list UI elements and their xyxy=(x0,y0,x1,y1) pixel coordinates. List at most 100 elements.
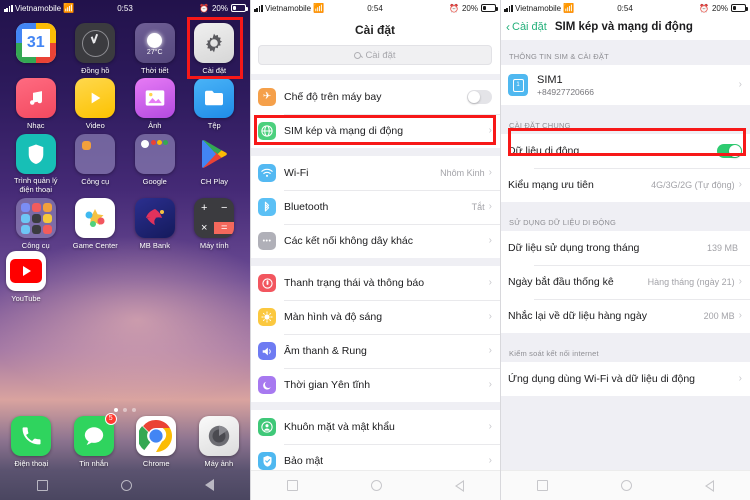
settings-gear-icon xyxy=(194,23,235,63)
app-game-center[interactable]: Game Center xyxy=(66,195,126,250)
preferred-network-type-row[interactable]: Kiểu mạng ưu tiên 4G/3G/2G (Tự động) › xyxy=(500,168,750,202)
app-label: CH Play xyxy=(200,176,228,186)
chevron-right-icon: › xyxy=(488,125,492,136)
settings-row-quiet-time[interactable]: Thời gian Yên tĩnh › xyxy=(250,368,500,402)
chevron-right-icon: › xyxy=(738,276,742,287)
status-bar-icon xyxy=(258,274,276,292)
sim-card-row[interactable]: 1 SIM1 +84927720666 › xyxy=(500,65,750,105)
sim-page-header: ‹ Cài đặt SIM kép và mạng di động xyxy=(500,16,750,40)
app-video[interactable]: Video xyxy=(66,75,126,130)
home-app-grid-row-1: 31 Đồng hồ 27°C Thời tiết Cài đặt xyxy=(6,20,244,75)
sim-name-label: SIM1 xyxy=(537,73,563,86)
app-files[interactable]: Tệp xyxy=(185,75,245,130)
battery-icon xyxy=(231,4,248,12)
app-label: MB Bank xyxy=(139,240,170,250)
wifi-icon xyxy=(258,164,276,182)
search-input[interactable]: Cài đặt xyxy=(258,45,492,65)
dock-item-phone[interactable]: Điện thoại xyxy=(0,413,63,468)
video-icon xyxy=(75,78,116,119)
apps-wifi-mobile-data-row[interactable]: Ứng dụng dùng Wi-Fi và dữ liệu di động › xyxy=(500,362,750,396)
row-value: 4G/3G/2G (Tự động) xyxy=(651,180,735,190)
app-mb-bank[interactable]: MB Bank xyxy=(125,195,185,250)
app-music[interactable]: Nhạc xyxy=(6,75,66,130)
app-youtube[interactable]: YouTube xyxy=(6,248,46,303)
page-title: Cài đặt xyxy=(250,16,500,45)
more-dots-icon: ••• xyxy=(258,232,276,250)
screenshot-stage: Vietnamobile 📶 0:53 ⏰ 20% 31 Đồng hồ 27°… xyxy=(0,0,750,500)
app-settings[interactable]: Cài đặt xyxy=(185,20,245,75)
status-bar-home: Vietnamobile 📶 0:53 ⏰ 20% xyxy=(0,0,250,16)
home-circle-icon[interactable] xyxy=(120,479,132,491)
dock-label: Máy ảnh xyxy=(204,458,234,468)
data-usage-group: Dữ liệu sử dụng trong tháng 139 MB Ngày … xyxy=(500,231,750,333)
row-label: Khuôn mặt và mật khẩu xyxy=(284,421,395,433)
settings-row-airplane-mode[interactable]: ✈ Chế độ trên máy bay xyxy=(250,80,500,114)
app-phone-manager[interactable]: Trình quản lý điện thoại xyxy=(6,131,66,195)
app-clock[interactable]: Đồng hồ xyxy=(66,20,126,75)
app-label: Nhạc xyxy=(26,121,45,131)
chevron-right-icon: › xyxy=(488,235,492,246)
settings-row-status-bar-notifications[interactable]: Thanh trạng thái và thông báo › xyxy=(250,266,500,300)
app-weather[interactable]: 27°C Thời tiết xyxy=(125,20,185,75)
settings-row-bluetooth[interactable]: Bluetooth Tắt › xyxy=(250,190,500,224)
row-value: Hàng tháng (ngày 21) xyxy=(647,277,735,287)
settings-group-connectivity-primary: ✈ Chế độ trên máy bay SIM kép và mạng di… xyxy=(250,80,500,148)
settings-scroll-area[interactable]: ✈ Chế độ trên máy bay SIM kép và mạng di… xyxy=(250,80,500,470)
app-calculator[interactable]: + − × = Máy tính xyxy=(185,195,245,250)
recents-square-icon[interactable] xyxy=(536,480,548,491)
settings-row-face-password[interactable]: Khuôn mặt và mật khẩu › xyxy=(250,410,500,444)
app-calendar[interactable]: 31 xyxy=(6,20,66,75)
clock-icon xyxy=(75,23,116,63)
recents-square-icon[interactable] xyxy=(36,479,48,491)
mb-bank-icon xyxy=(134,197,175,238)
app-photos[interactable]: Ảnh xyxy=(125,75,185,130)
app-youtube-inner[interactable]: YouTube xyxy=(6,248,46,303)
mobile-data-toggle[interactable] xyxy=(717,144,742,158)
settings-row-sound-vibration[interactable]: Âm thanh & Rung › xyxy=(250,334,500,368)
row-value: 139 MB xyxy=(706,243,738,253)
app-utilities-folder[interactable]: Công cụ xyxy=(6,195,66,250)
panel-divider-2 xyxy=(500,0,501,500)
row-label: Wi-Fi xyxy=(284,167,309,179)
general-settings-group: Dữ liệu di động Kiểu mạng ưu tiên 4G/3G/… xyxy=(500,134,750,202)
back-triangle-icon[interactable] xyxy=(704,479,714,492)
play-store-icon xyxy=(194,134,234,174)
dock-item-chrome[interactable]: Chrome xyxy=(125,413,188,468)
section-header-data-usage: SỬ DỤNG DỮ LIỆU DI ĐỘNG xyxy=(509,218,617,227)
settings-row-wifi[interactable]: Wi-Fi Nhôm Kinh › xyxy=(250,156,500,190)
airplane-icon: ✈ xyxy=(258,88,276,106)
dock-item-camera[interactable]: Máy ảnh xyxy=(188,413,251,468)
app-label: Video xyxy=(85,121,105,131)
utilities-folder-icon xyxy=(15,197,56,238)
airplane-mode-toggle[interactable] xyxy=(467,90,492,104)
row-label: SIM kép và mạng di động xyxy=(284,125,404,137)
billing-cycle-start-row[interactable]: Ngày bắt đầu thống kê Hàng tháng (ngày 2… xyxy=(500,265,750,299)
chevron-right-icon: › xyxy=(488,345,492,356)
android-nav-bar-settings xyxy=(250,470,500,500)
app-label: YouTube xyxy=(11,294,41,303)
settings-row-other-wireless[interactable]: ••• Các kết nối không dây khác › xyxy=(250,224,500,258)
app-google-folder[interactable]: Google xyxy=(125,131,185,195)
monthly-data-usage-row[interactable]: Dữ liệu sử dụng trong tháng 139 MB xyxy=(500,231,750,265)
sim-scroll-area[interactable]: THÔNG TIN SIM & CÀI ĐẶT 1 SIM1 +84927720… xyxy=(500,44,750,470)
settings-row-sim-mobile-network[interactable]: SIM kép và mạng di động › xyxy=(250,114,500,148)
page-indicator-dots xyxy=(0,408,250,412)
recents-square-icon[interactable] xyxy=(286,480,298,491)
settings-row-display-brightness[interactable]: Màn hình và độ sáng › xyxy=(250,300,500,334)
mobile-data-row[interactable]: Dữ liệu di động xyxy=(500,134,750,168)
app-tools-folder[interactable]: Công cụ xyxy=(66,131,126,195)
back-button[interactable]: ‹ Cài đặt xyxy=(506,21,547,33)
home-circle-icon[interactable] xyxy=(620,480,632,491)
brightness-icon xyxy=(258,308,276,326)
app-play-store[interactable]: CH Play xyxy=(185,131,245,195)
daily-data-reminder-row[interactable]: Nhắc lại về dữ liệu hàng ngày 200 MB › xyxy=(500,299,750,333)
weather-temp-label: 27°C xyxy=(146,49,163,56)
home-circle-icon[interactable] xyxy=(370,480,382,491)
dock-item-messages[interactable]: 5 Tin nhắn xyxy=(63,412,126,468)
back-triangle-icon[interactable] xyxy=(454,479,464,492)
back-triangle-icon[interactable] xyxy=(204,479,214,491)
settings-row-security[interactable]: Bảo mật › xyxy=(250,444,500,470)
battery-icon xyxy=(731,4,748,12)
app-label: Ảnh xyxy=(148,121,162,131)
chevron-right-icon: › xyxy=(488,201,492,212)
